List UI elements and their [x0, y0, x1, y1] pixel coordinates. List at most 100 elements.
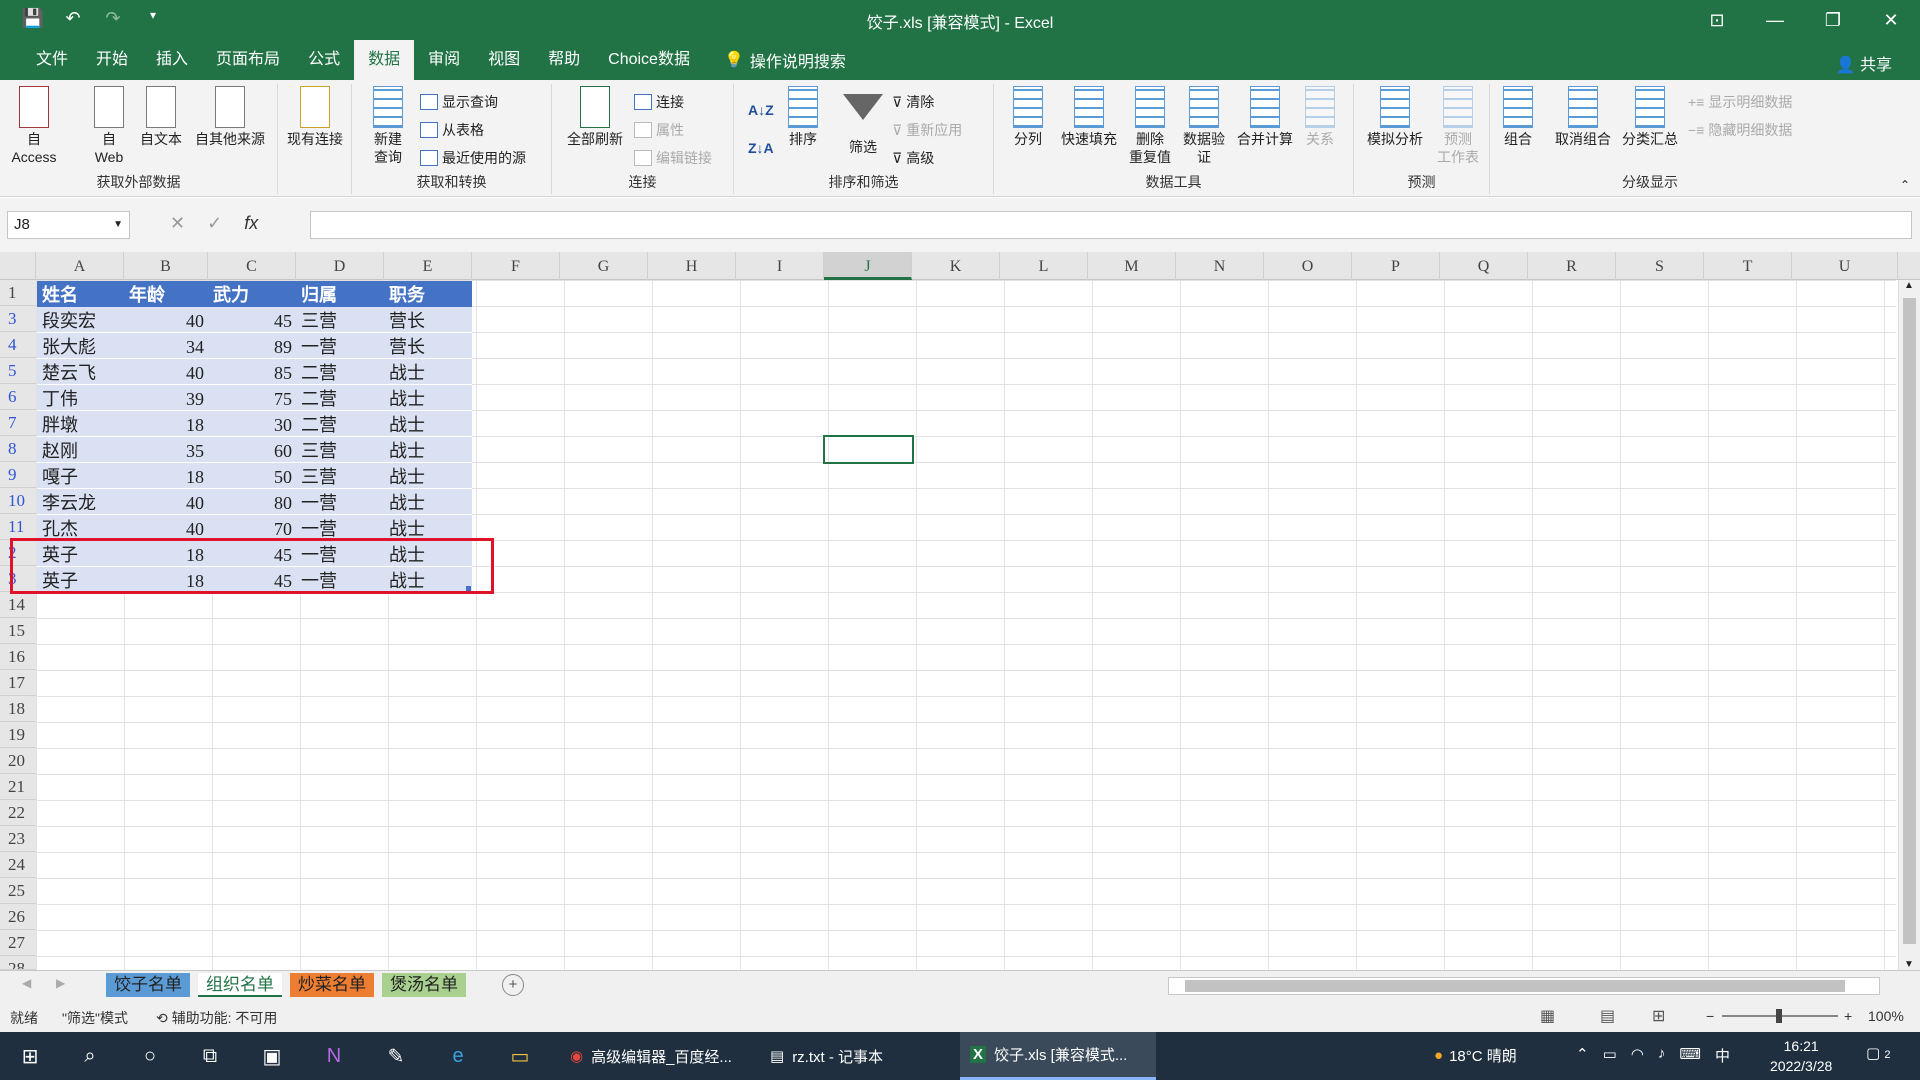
forecast-sheet-button[interactable]: 预测 工作表	[1434, 86, 1482, 166]
row-header[interactable]: 9	[0, 462, 36, 488]
column-header-k[interactable]: K	[912, 252, 1000, 280]
prev-sheet-icon[interactable]: ◀	[22, 976, 31, 990]
volume-icon[interactable]: ♪	[1658, 1045, 1666, 1066]
table-cell[interactable]: 60	[208, 437, 296, 463]
select-all-corner[interactable]	[0, 252, 36, 280]
table-cell[interactable]: 营长	[384, 307, 472, 333]
data-validation-button[interactable]: 数据验 证	[1176, 86, 1232, 166]
normal-view-icon[interactable]: ▦	[1540, 1006, 1555, 1026]
column-header-l[interactable]: L	[1000, 252, 1088, 280]
chevron-up-icon[interactable]: ⌃	[1576, 1045, 1589, 1066]
table-header-force[interactable]: 武力	[208, 281, 296, 307]
taskbar-chrome[interactable]: ◉ 高级编辑器_百度经...	[560, 1032, 752, 1080]
table-cell[interactable]: 战士	[384, 359, 472, 385]
column-header-i[interactable]: I	[736, 252, 824, 280]
cortana-icon[interactable]: ○	[136, 1042, 164, 1070]
column-header-d[interactable]: D	[296, 252, 384, 280]
table-cell[interactable]: 一营	[296, 333, 384, 359]
battery-icon[interactable]: ▭	[1603, 1045, 1617, 1066]
zoom-level[interactable]: 100%	[1868, 1008, 1904, 1024]
table-cell[interactable]: 40	[124, 359, 208, 385]
table-cell[interactable]: 80	[208, 489, 296, 515]
hide-detail-button[interactable]: −≡ 隐藏明细数据	[1688, 118, 1792, 142]
scroll-up-icon[interactable]: ▲	[1904, 280, 1914, 291]
table-cell[interactable]: 39	[124, 385, 208, 411]
table-cell[interactable]: 三营	[296, 437, 384, 463]
table-cell[interactable]: 34	[124, 333, 208, 359]
column-header-g[interactable]: G	[560, 252, 648, 280]
table-cell[interactable]: 营长	[384, 333, 472, 359]
connections-button[interactable]: 连接	[634, 90, 684, 114]
zoom-slider[interactable]	[1722, 1009, 1838, 1023]
row-header[interactable]: 21	[0, 774, 36, 800]
share-button[interactable]: 👤 共享	[1836, 51, 1892, 75]
table-header-name[interactable]: 姓名	[37, 281, 124, 307]
name-box[interactable]: J8 ▼	[7, 211, 130, 239]
flash-fill-button[interactable]: 快速填充	[1056, 86, 1122, 148]
insert-function-icon[interactable]: fx	[244, 213, 258, 234]
advanced-filter-button[interactable]: ⊽ 高级	[892, 146, 934, 170]
accessibility-status[interactable]: ⟲ 辅助功能: 不可用	[156, 1008, 277, 1028]
column-header-n[interactable]: N	[1176, 252, 1264, 280]
table-cell[interactable]: 赵刚	[37, 437, 124, 463]
store-icon[interactable]: ▣	[258, 1042, 286, 1070]
ungroup-button[interactable]: 取消组合	[1550, 86, 1616, 148]
edge-icon[interactable]: e	[444, 1042, 472, 1070]
row-header[interactable]: 5	[0, 358, 36, 384]
table-cell[interactable]: 楚云飞	[37, 359, 124, 385]
table-cell[interactable]: 35	[124, 437, 208, 463]
from-other-sources-button[interactable]: 自其他来源	[190, 86, 270, 148]
weather-widget[interactable]: ● 18°C 晴朗	[1434, 1045, 1517, 1066]
from-access-button[interactable]: 自 Access	[6, 86, 62, 166]
text-to-columns-button[interactable]: 分列	[1008, 86, 1048, 148]
tab-page-layout[interactable]: 页面布局	[202, 40, 294, 80]
restore-button[interactable]: ❐	[1804, 0, 1862, 40]
clear-filter-button[interactable]: ⊽ 清除	[892, 90, 934, 114]
relationships-button[interactable]: 关系	[1298, 86, 1342, 148]
column-header-f[interactable]: F	[472, 252, 560, 280]
row-header[interactable]: 19	[0, 722, 36, 748]
row-header[interactable]: 14	[0, 592, 36, 618]
table-cell[interactable]: 50	[208, 463, 296, 489]
from-text-button[interactable]: 自文本	[136, 86, 186, 148]
paint-icon[interactable]: ✎	[382, 1042, 410, 1070]
table-cell[interactable]: 三营	[296, 307, 384, 333]
table-cell[interactable]: 战士	[384, 463, 472, 489]
show-detail-button[interactable]: +≡ 显示明细数据	[1688, 90, 1792, 114]
table-cell[interactable]: 张大彪	[37, 333, 124, 359]
column-header-t[interactable]: T	[1704, 252, 1792, 280]
table-cell[interactable]: 胖墩	[37, 411, 124, 437]
row-header[interactable]: 10	[0, 488, 36, 514]
row-header[interactable]: 4	[0, 332, 36, 358]
name-box-dropdown-icon[interactable]: ▼	[113, 212, 123, 238]
page-break-view-icon[interactable]: ⊞	[1652, 1006, 1665, 1026]
ime-indicator[interactable]: 中	[1715, 1045, 1730, 1066]
column-header-q[interactable]: Q	[1440, 252, 1528, 280]
tab-insert[interactable]: 插入	[142, 40, 202, 80]
column-header-h[interactable]: H	[648, 252, 736, 280]
vertical-scroll-thumb[interactable]	[1903, 298, 1916, 944]
table-cell[interactable]: 战士	[384, 411, 472, 437]
table-cell[interactable]: 嘎子	[37, 463, 124, 489]
table-cell[interactable]: 三营	[296, 463, 384, 489]
table-cell[interactable]: 85	[208, 359, 296, 385]
sort-asc-button[interactable]: A↓Z	[748, 98, 774, 122]
row-header[interactable]: 3	[0, 306, 36, 332]
collapse-ribbon-icon[interactable]: ⌃	[1900, 178, 1910, 192]
sort-button[interactable]: 排序	[778, 86, 828, 148]
horizontal-scroll-thumb[interactable]	[1185, 980, 1845, 992]
column-header-s[interactable]: S	[1616, 252, 1704, 280]
table-cell[interactable]: 30	[208, 411, 296, 437]
row-header[interactable]: 25	[0, 878, 36, 904]
table-cell[interactable]: 二营	[296, 359, 384, 385]
table-cell[interactable]: 丁伟	[37, 385, 124, 411]
file-explorer-icon[interactable]: ▭	[506, 1042, 534, 1070]
row-header[interactable]: 17	[0, 670, 36, 696]
vertical-scrollbar[interactable]: ▲ ▼	[1898, 280, 1920, 970]
table-header-age[interactable]: 年龄	[124, 281, 208, 307]
table-cell[interactable]: 40	[124, 307, 208, 333]
table-cell[interactable]: 二营	[296, 411, 384, 437]
formula-input[interactable]	[310, 211, 1912, 239]
tab-file[interactable]: 文件	[22, 40, 82, 80]
column-header-a[interactable]: A	[36, 252, 124, 280]
